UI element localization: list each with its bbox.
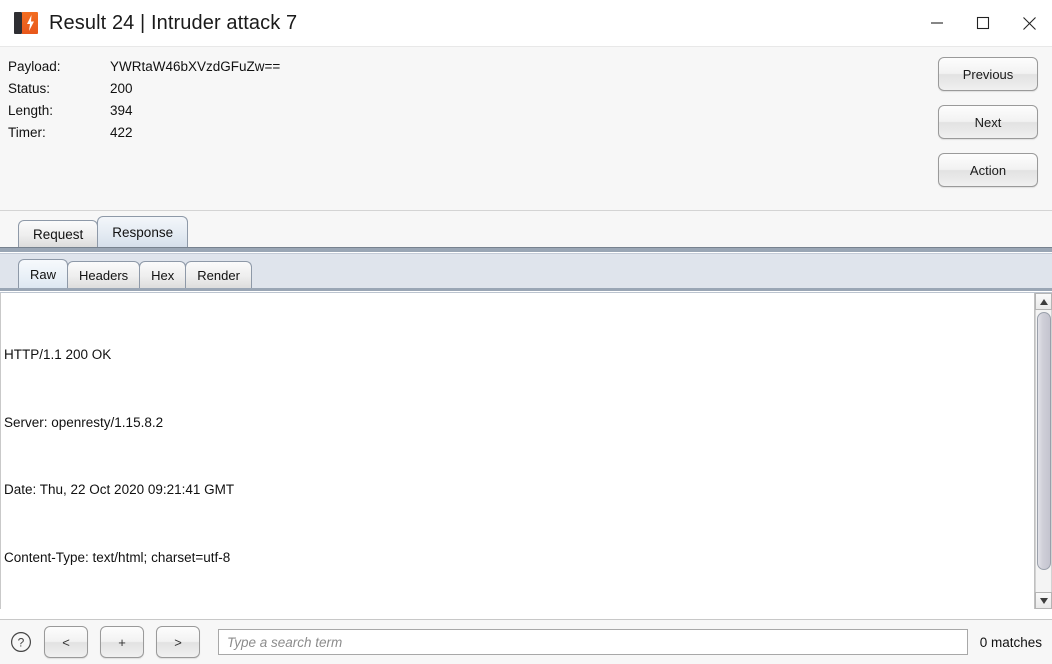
tab-response[interactable]: Response: [97, 216, 189, 247]
message-tabs: Request Response: [0, 211, 1052, 247]
response-scrollbar[interactable]: [1034, 293, 1052, 609]
scrollbar-track[interactable]: [1035, 310, 1052, 592]
svg-text:?: ?: [18, 635, 25, 649]
previous-button[interactable]: Previous: [938, 57, 1038, 91]
tab-headers[interactable]: Headers: [67, 261, 141, 288]
info-row-timer: Timer: 422: [8, 121, 280, 143]
chevron-up-icon: [1039, 298, 1048, 305]
response-viewer[interactable]: HTTP/1.1 200 OK Server: openresty/1.15.8…: [0, 292, 1052, 609]
info-row-payload: Payload: YWRtaW46bXVzdGFuZw==: [8, 55, 280, 77]
timer-value: 422: [110, 124, 133, 140]
length-value: 394: [110, 102, 133, 118]
status-value: 200: [110, 80, 133, 96]
info-field-list: Payload: YWRtaW46bXVzdGFuZw== Status: 20…: [8, 55, 280, 143]
tab-render[interactable]: Render: [185, 261, 252, 288]
response-raw-text: HTTP/1.1 200 OK Server: openresty/1.15.8…: [4, 299, 1030, 609]
result-info-panel: Payload: YWRtaW46bXVzdGFuZw== Status: 20…: [0, 47, 1052, 211]
scroll-down-button[interactable]: [1035, 592, 1052, 609]
title-bar: Result 24 | Intruder attack 7: [0, 0, 1052, 47]
status-label: Status:: [8, 80, 51, 96]
action-button-group: Previous Next Action: [938, 57, 1038, 187]
length-label: Length:: [8, 102, 54, 118]
search-input[interactable]: [218, 629, 968, 655]
timer-label: Timer:: [8, 124, 46, 140]
search-add-button[interactable]: +: [100, 626, 144, 658]
burp-suite-icon: [14, 11, 38, 35]
window-title: Result 24 | Intruder attack 7: [49, 11, 298, 34]
search-previous-button[interactable]: <: [44, 626, 88, 658]
close-icon: [1022, 16, 1036, 30]
minimize-button[interactable]: [914, 0, 960, 46]
lightning-bolt-icon: [27, 15, 34, 31]
maximize-button[interactable]: [960, 0, 1006, 46]
tab-request[interactable]: Request: [18, 220, 99, 247]
tab-hex[interactable]: Hex: [139, 261, 187, 288]
match-count-label: 0 matches: [979, 634, 1042, 650]
window-controls: [914, 0, 1052, 46]
payload-value: YWRtaW46bXVzdGFuZw==: [110, 58, 281, 74]
scrollbar-thumb[interactable]: [1037, 312, 1051, 570]
scroll-up-button[interactable]: [1035, 293, 1052, 310]
close-button[interactable]: [1006, 0, 1052, 46]
search-bar: ? < + > 0 matches: [0, 619, 1052, 664]
search-next-button[interactable]: >: [156, 626, 200, 658]
maximize-icon: [976, 16, 990, 30]
response-line: Date: Thu, 22 Oct 2020 09:21:41 GMT: [4, 482, 235, 497]
action-button[interactable]: Action: [938, 153, 1038, 187]
response-line: HTTP/1.1 200 OK: [4, 347, 112, 362]
help-icon[interactable]: ?: [8, 629, 34, 655]
view-tabs: Raw Headers Hex Render: [0, 253, 1052, 288]
response-line: Content-Type: text/html; charset=utf-8: [4, 549, 231, 565]
response-line: Server: openresty/1.15.8.2: [4, 414, 164, 430]
info-row-length: Length: 394: [8, 99, 280, 121]
tab-raw[interactable]: Raw: [18, 259, 69, 288]
next-button[interactable]: Next: [938, 105, 1038, 139]
editor-gutter: [0, 293, 1, 609]
payload-label: Payload:: [8, 58, 61, 74]
chevron-down-icon: [1039, 597, 1048, 604]
info-row-status: Status: 200: [8, 77, 280, 99]
question-mark-circle-icon: ?: [11, 632, 31, 652]
minimize-icon: [931, 22, 943, 24]
